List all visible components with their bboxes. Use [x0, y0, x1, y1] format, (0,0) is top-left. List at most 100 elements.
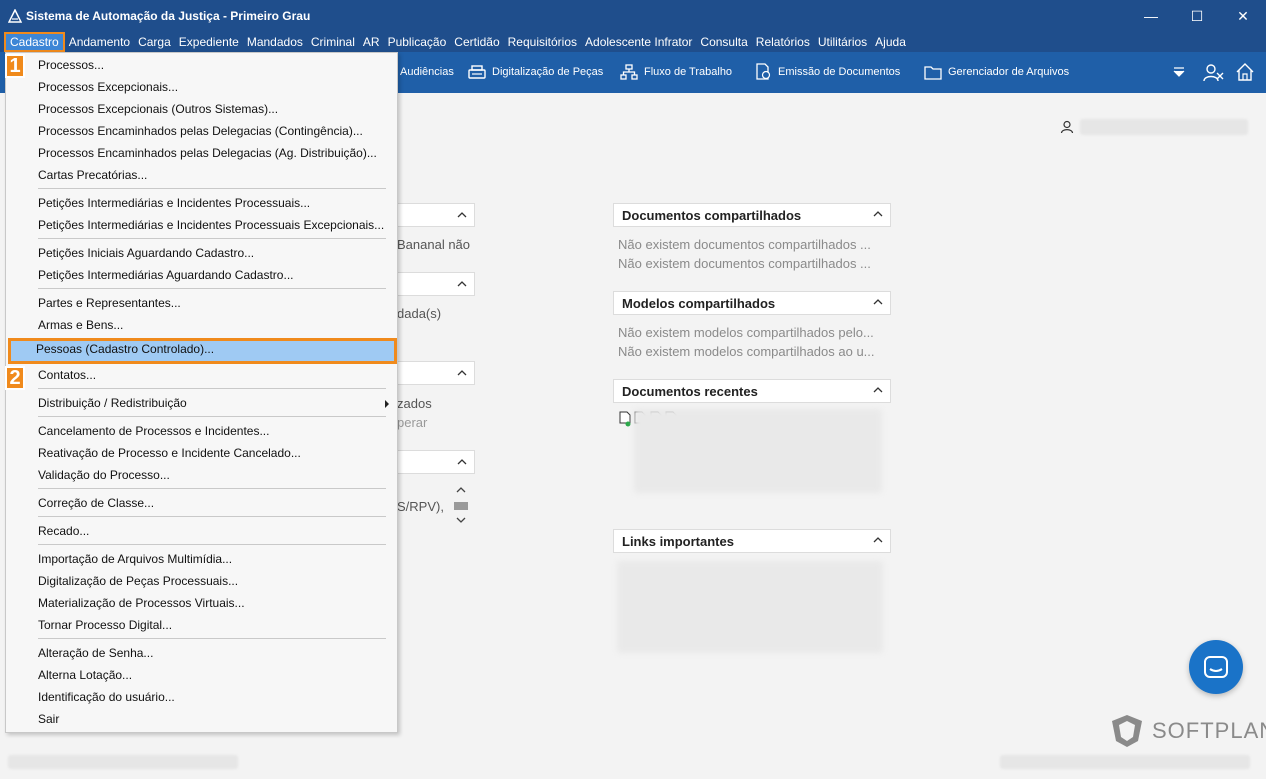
submenu-arrow-icon — [385, 400, 389, 408]
chevron-down-icon — [456, 517, 466, 523]
cadastro-dropdown-menu: Processos... Processos Excepcionais... P… — [5, 52, 398, 733]
menu-item-pessoas-cadastro-controlado[interactable]: Pessoas (Cadastro Controlado)... — [8, 338, 397, 364]
menu-bar: Cadastro Andamento Carga Expediente Mand… — [0, 32, 1266, 52]
fluxo-trabalho-button[interactable]: Fluxo de Trabalho — [620, 60, 732, 84]
menu-certidao[interactable]: Certidão — [450, 32, 503, 52]
menu-item-processos-delegacias-contingencia[interactable]: Processos Encaminhados pelas Delegacias … — [10, 120, 395, 142]
minimize-button[interactable]: — — [1128, 0, 1174, 32]
step-badge-2: 2 — [5, 366, 25, 390]
menu-item-tornar-digital[interactable]: Tornar Processo Digital... — [10, 614, 395, 636]
left-panel-header-3[interactable] — [398, 361, 475, 385]
left-text-5: S/RPV), — [397, 499, 444, 514]
digitalizacao-button[interactable]: Digitalização de Peças — [468, 60, 603, 84]
links-blurred — [617, 561, 883, 653]
menu-criminal[interactable]: Criminal — [307, 32, 359, 52]
menu-item-cancelamento[interactable]: Cancelamento de Processos e Incidentes..… — [10, 420, 395, 442]
left-text-4: perar — [397, 415, 428, 430]
menu-expediente[interactable]: Expediente — [175, 32, 243, 52]
chat-icon — [1204, 656, 1228, 678]
chevron-up-icon — [873, 537, 883, 543]
menu-item-materializacao[interactable]: Materialização de Processos Virtuais... — [10, 592, 395, 614]
menu-ajuda[interactable]: Ajuda — [871, 32, 910, 52]
menu-item-identificacao-usuario[interactable]: Identificação do usuário... — [10, 686, 395, 708]
menu-separator — [38, 238, 386, 239]
menu-utilitarios[interactable]: Utilitários — [814, 32, 871, 52]
menu-mandados[interactable]: Mandados — [243, 32, 307, 52]
user-switch-button[interactable] — [1203, 60, 1225, 84]
menu-publicacao[interactable]: Publicação — [384, 32, 451, 52]
scroll-thumb[interactable] — [454, 502, 468, 510]
digitalizacao-label: Digitalização de Peças — [492, 66, 604, 78]
panel-links-importantes[interactable]: Links importantes — [613, 529, 891, 553]
recent-docs-blurred — [634, 409, 882, 493]
menu-carga[interactable]: Carga — [134, 32, 175, 52]
menu-item-alteracao-senha[interactable]: Alteração de Senha... — [10, 642, 395, 664]
menu-cadastro[interactable]: Cadastro — [4, 32, 65, 52]
menu-consulta[interactable]: Consulta — [696, 32, 751, 52]
menu-item-processos[interactable]: Processos... — [10, 54, 395, 76]
maximize-button[interactable]: ☐ — [1174, 0, 1220, 32]
menu-requisitorios[interactable]: Requisitórios — [504, 32, 581, 52]
menu-relatorios[interactable]: Relatórios — [752, 32, 814, 52]
workflow-icon — [620, 64, 638, 80]
title-bar: Sistema de Automação da Justiça - Primei… — [0, 0, 1266, 32]
empty-models-text-2: Não existem modelos compartilhados ao u.… — [618, 344, 875, 359]
panel-documentos-compartilhados[interactable]: Documentos compartilhados — [613, 203, 891, 227]
chevron-up-icon — [873, 299, 883, 305]
document-check-icon[interactable] — [619, 411, 631, 427]
menu-item-armas-bens[interactable]: Armas e Bens... — [10, 314, 395, 336]
close-button[interactable]: ✕ — [1220, 0, 1266, 32]
menu-item-processos-excepcionais[interactable]: Processos Excepcionais... — [10, 76, 395, 98]
menu-item-distribuicao[interactable]: Distribuição / Redistribuição — [10, 392, 395, 414]
panel-title: Modelos compartilhados — [622, 295, 776, 311]
left-panel-header-2[interactable] — [398, 272, 475, 296]
home-icon — [1236, 63, 1254, 81]
left-panel-header-4[interactable] — [398, 450, 475, 474]
menu-item-peticoes-intermediarias-aguardando[interactable]: Petições Intermediárias Aguardando Cadas… — [10, 264, 395, 286]
gerenciador-arquivos-button[interactable]: Gerenciador de Arquivos — [924, 60, 1069, 84]
menu-item-validacao[interactable]: Validação do Processo... — [10, 464, 395, 486]
menu-item-peticoes-intermediarias[interactable]: Petições Intermediárias e Incidentes Pro… — [10, 192, 395, 214]
menu-item-peticoes-iniciais-aguardando[interactable]: Petições Iniciais Aguardando Cadastro... — [10, 242, 395, 264]
left-text-3: zados — [397, 396, 432, 411]
menu-separator — [38, 388, 386, 389]
left-scrollbar[interactable] — [453, 484, 469, 530]
emissao-documentos-button[interactable]: Emissão de Documentos — [754, 60, 900, 84]
menu-ar[interactable]: AR — [359, 32, 384, 52]
chevron-up-icon — [457, 370, 467, 376]
menu-item-reativacao[interactable]: Reativação de Processo e Incidente Cance… — [10, 442, 395, 464]
menu-item-processos-delegacias-distribuicao[interactable]: Processos Encaminhados pelas Delegacias … — [10, 142, 395, 164]
panel-documentos-recentes[interactable]: Documentos recentes — [613, 379, 891, 403]
menu-item-sair[interactable]: Sair — [10, 708, 395, 730]
fluxo-label: Fluxo de Trabalho — [644, 66, 733, 78]
menu-item-processos-excepcionais-outros[interactable]: Processos Excepcionais (Outros Sistemas)… — [10, 98, 395, 120]
home-button[interactable] — [1235, 60, 1255, 84]
menu-item-contatos[interactable]: Contatos... — [10, 364, 395, 386]
menu-item-recado[interactable]: Recado... — [10, 520, 395, 542]
chat-button[interactable] — [1189, 640, 1243, 694]
chevron-up-icon — [457, 281, 467, 287]
menu-item-cartas-precatorias[interactable]: Cartas Precatórias... — [10, 164, 395, 186]
left-text-1: Bananal não — [397, 237, 471, 252]
menu-item-correcao-classe[interactable]: Correção de Classe... — [10, 492, 395, 514]
menu-item-partes-representantes[interactable]: Partes e Representantes... — [10, 292, 395, 314]
menu-item-importacao-multimidia[interactable]: Importação de Arquivos Multimídia... — [10, 548, 395, 570]
brand-name: SOFTPLAN — [1152, 718, 1266, 743]
left-panel-header-1[interactable] — [398, 203, 475, 227]
menu-item-alterna-lotacao[interactable]: Alterna Lotação... — [10, 664, 395, 686]
menu-andamento[interactable]: Andamento — [65, 32, 134, 52]
menu-adolescente-infrator[interactable]: Adolescente Infrator — [581, 32, 696, 52]
status-bar-left-blurred — [8, 755, 238, 769]
chevron-up-icon — [457, 459, 467, 465]
toolbar-overflow-button[interactable] — [1172, 60, 1186, 84]
app-logo-icon — [8, 9, 22, 23]
empty-docs-text-2: Não existem documentos compartilhados ..… — [618, 256, 871, 271]
menu-separator — [38, 544, 386, 545]
chevron-up-icon — [873, 211, 883, 217]
panel-modelos-compartilhados[interactable]: Modelos compartilhados — [613, 291, 891, 315]
menu-item-peticoes-intermediarias-excepcionais[interactable]: Petições Intermediárias e Incidentes Pro… — [10, 214, 395, 236]
audiencias-button[interactable]: Audiências — [400, 60, 454, 84]
gerenciador-label: Gerenciador de Arquivos — [948, 66, 1070, 78]
menu-item-digitalizacao-pecas[interactable]: Digitalização de Peças Processuais... — [10, 570, 395, 592]
softplan-logo-icon — [1112, 715, 1142, 747]
